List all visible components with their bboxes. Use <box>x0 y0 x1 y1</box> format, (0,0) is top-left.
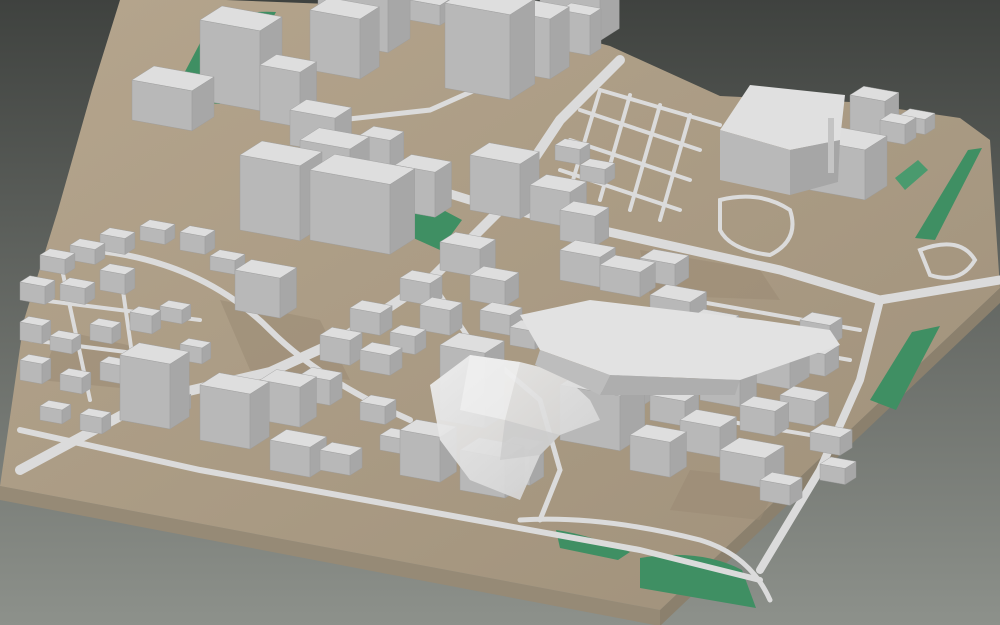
building <box>119 342 190 430</box>
building <box>309 0 380 80</box>
building <box>444 0 535 101</box>
building <box>359 394 397 425</box>
building <box>629 424 688 478</box>
building <box>59 368 92 395</box>
building <box>359 342 403 376</box>
building <box>19 316 52 345</box>
building <box>49 330 82 355</box>
building <box>269 429 328 478</box>
city-model-scene <box>0 0 1000 625</box>
building <box>89 318 122 345</box>
building <box>179 225 216 255</box>
building <box>469 142 540 220</box>
building <box>19 275 56 305</box>
building <box>39 400 72 425</box>
building <box>819 456 857 485</box>
building <box>234 259 298 319</box>
building <box>469 266 520 307</box>
building <box>559 201 610 247</box>
city-model-render <box>0 0 1000 625</box>
building <box>319 327 363 366</box>
building <box>139 219 176 245</box>
building <box>159 300 192 325</box>
building <box>131 65 215 132</box>
building <box>599 254 656 298</box>
building <box>809 424 853 456</box>
building <box>239 140 323 242</box>
building <box>59 277 96 305</box>
building <box>759 472 803 506</box>
building <box>309 154 416 255</box>
building <box>69 238 106 265</box>
building <box>419 297 463 336</box>
building <box>129 306 162 335</box>
building <box>19 354 52 385</box>
building <box>39 248 76 275</box>
building <box>554 138 591 165</box>
building <box>199 372 270 450</box>
building <box>99 227 136 255</box>
building <box>739 396 790 437</box>
building <box>319 442 363 476</box>
building <box>99 263 136 295</box>
building <box>79 408 112 435</box>
building <box>349 300 393 336</box>
building <box>579 158 616 185</box>
